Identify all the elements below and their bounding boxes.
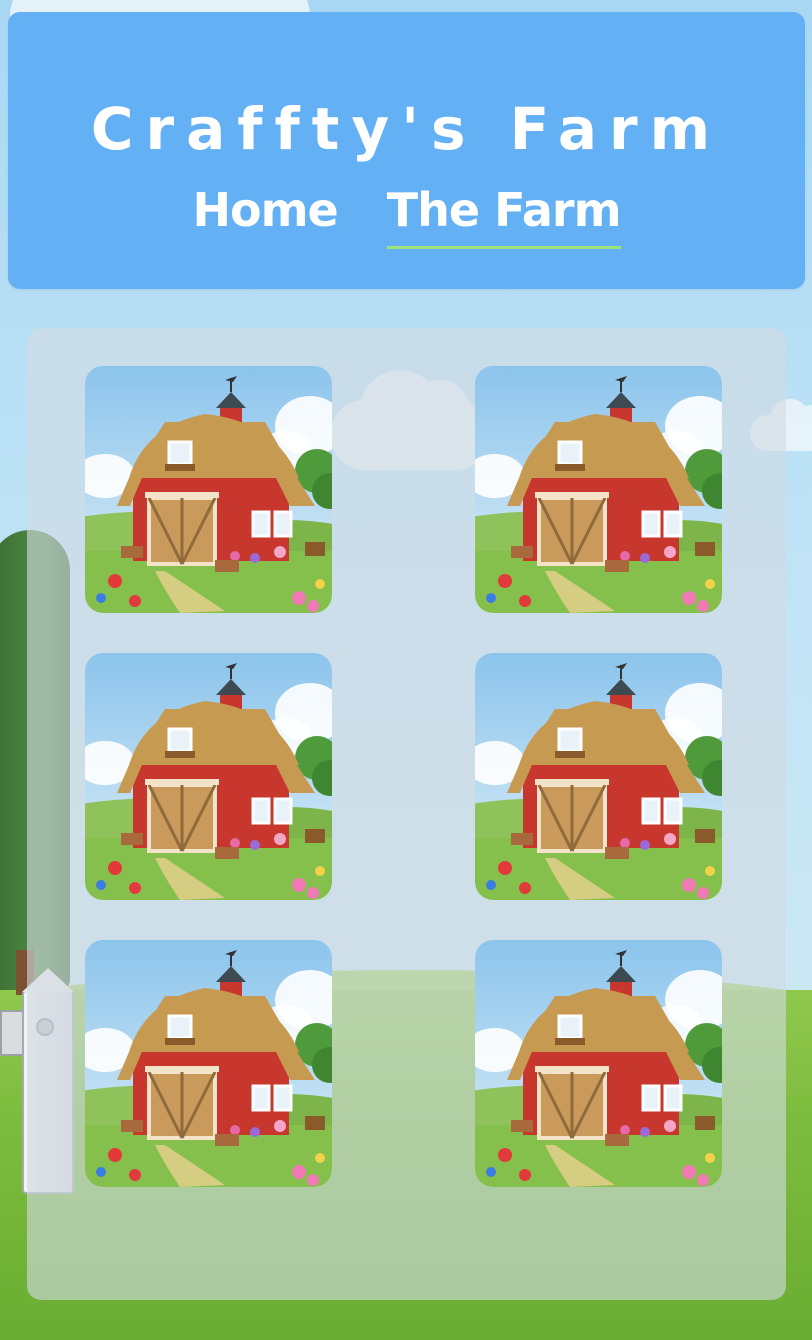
gallery-panel	[27, 328, 786, 1300]
barn-image	[85, 653, 332, 900]
gallery-image-card[interactable]	[85, 366, 332, 613]
site-header: Craffty's Farm Home The Farm	[8, 12, 805, 289]
site-title: Craffty's Farm	[90, 95, 723, 163]
gallery-image-card[interactable]	[85, 940, 332, 1187]
barn-image	[85, 940, 332, 1187]
gallery-image-card[interactable]	[475, 653, 722, 900]
main-nav: Home The Farm	[8, 180, 805, 249]
nav-link-the-farm[interactable]: The Farm	[386, 180, 622, 249]
gallery-image-card[interactable]	[475, 366, 722, 613]
nav-link-home[interactable]: Home	[192, 180, 338, 246]
gallery-image-card[interactable]	[85, 653, 332, 900]
barn-image	[85, 366, 332, 613]
barn-image	[475, 366, 722, 613]
barn-image	[475, 940, 722, 1187]
barn-image	[475, 653, 722, 900]
gallery-image-card[interactable]	[475, 940, 722, 1187]
